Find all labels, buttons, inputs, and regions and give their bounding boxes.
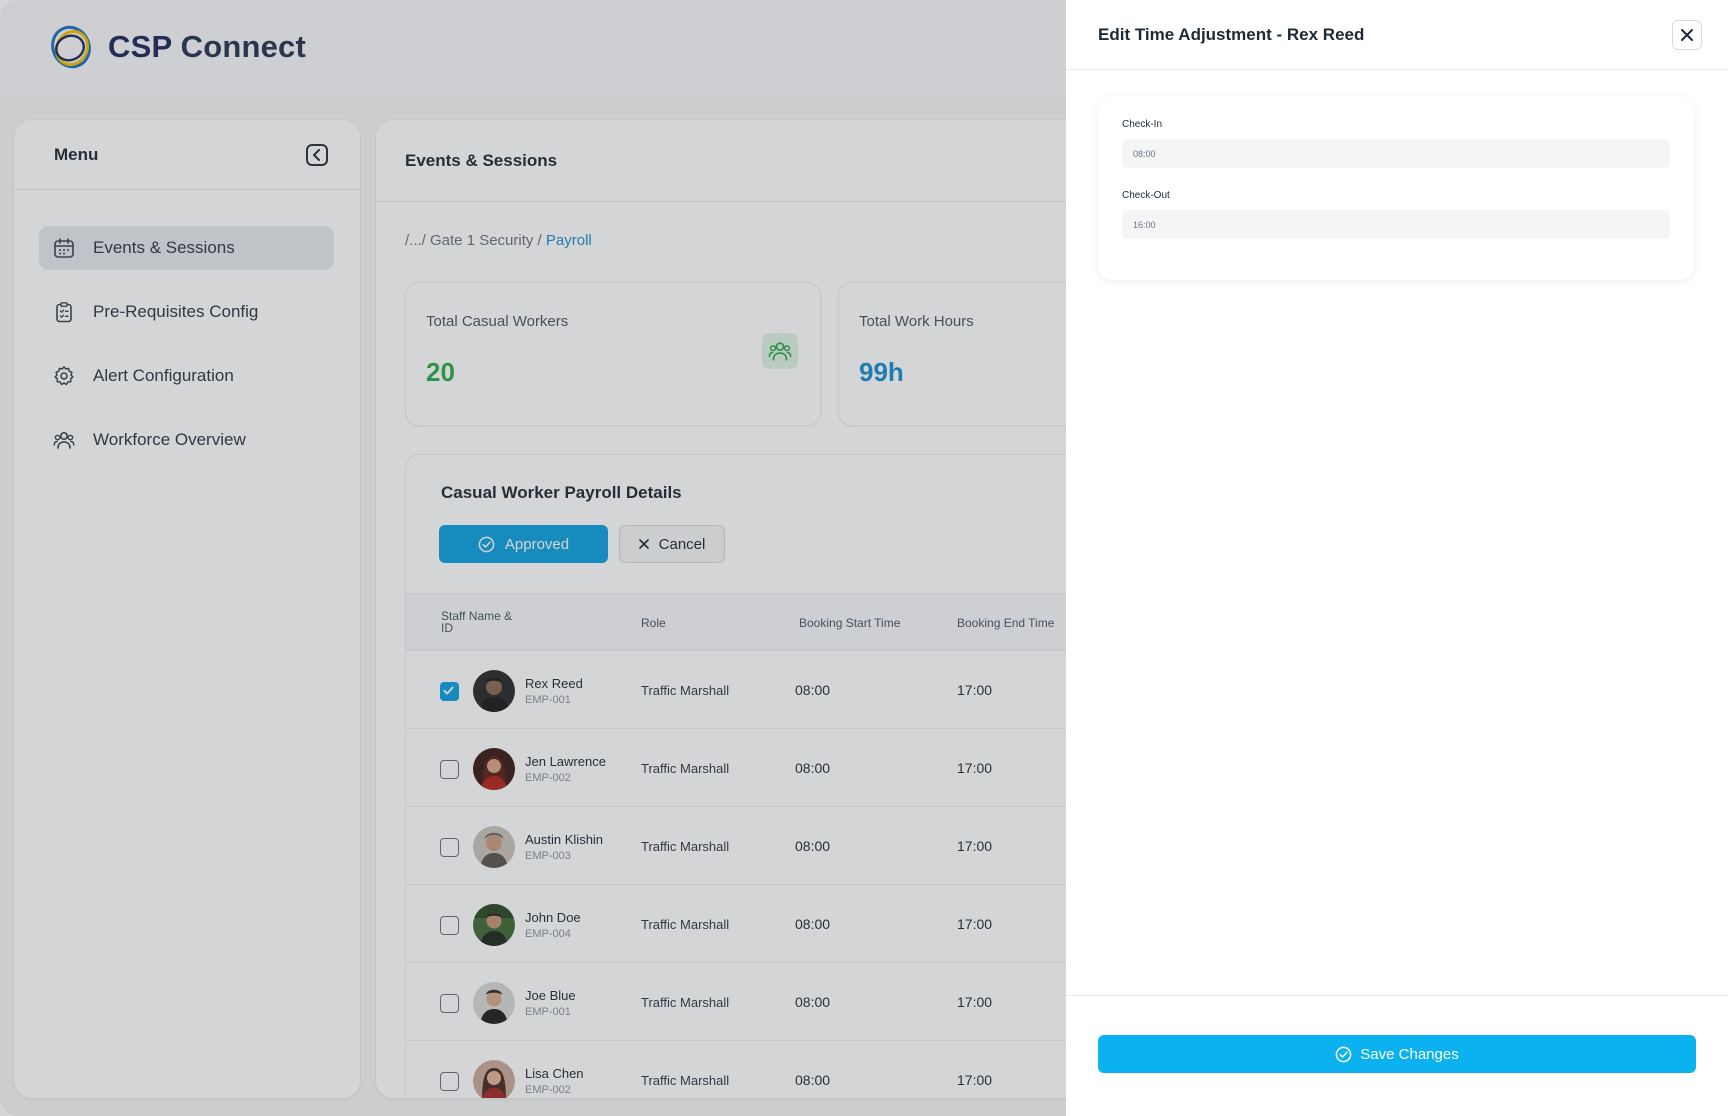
modal-backdrop[interactable] xyxy=(0,0,1066,1116)
check-in-input[interactable] xyxy=(1122,139,1670,168)
time-adjustment-form: Check-In Check-Out xyxy=(1098,96,1694,280)
check-out-input[interactable] xyxy=(1122,210,1670,239)
close-icon xyxy=(1681,29,1693,41)
close-drawer-button[interactable] xyxy=(1672,20,1702,50)
save-changes-label: Save Changes xyxy=(1360,1045,1459,1063)
drawer-footer: Save Changes xyxy=(1066,995,1728,1116)
check-in-label: Check-In xyxy=(1122,119,1163,130)
drawer-header: Edit Time Adjustment - Rex Reed xyxy=(1066,0,1728,70)
edit-time-adjustment-drawer: Edit Time Adjustment - Rex Reed Check-In… xyxy=(1066,0,1728,1116)
drawer-title: Edit Time Adjustment - Rex Reed xyxy=(1098,24,1365,44)
check-out-label: Check-Out xyxy=(1122,190,1170,201)
check-circle-icon xyxy=(1335,1046,1352,1062)
save-changes-button[interactable]: Save Changes xyxy=(1098,1035,1696,1073)
